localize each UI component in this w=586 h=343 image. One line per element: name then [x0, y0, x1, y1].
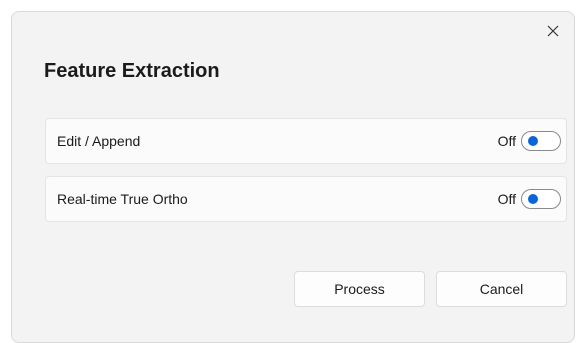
edit-append-toggle[interactable]: [521, 131, 561, 151]
cancel-button[interactable]: Cancel: [436, 271, 567, 307]
process-button[interactable]: Process: [294, 271, 425, 307]
close-icon: [547, 25, 559, 37]
toggle-knob: [528, 136, 538, 146]
setting-label: Real-time True Ortho: [57, 191, 188, 207]
setting-row-real-time-true-ortho: Real-time True Ortho Off: [45, 176, 567, 222]
close-button[interactable]: [542, 20, 564, 42]
setting-row-edit-append: Edit / Append Off: [45, 118, 567, 164]
toggle-state-text: Off: [497, 133, 516, 149]
toggle-state-text: Off: [497, 191, 516, 207]
dialog-title: Feature Extraction: [44, 60, 220, 82]
real-time-true-ortho-toggle[interactable]: [521, 189, 561, 209]
toggle-knob: [528, 194, 538, 204]
feature-extraction-dialog: Feature Extraction Edit / Append Off Rea…: [11, 11, 575, 343]
setting-label: Edit / Append: [57, 133, 141, 149]
